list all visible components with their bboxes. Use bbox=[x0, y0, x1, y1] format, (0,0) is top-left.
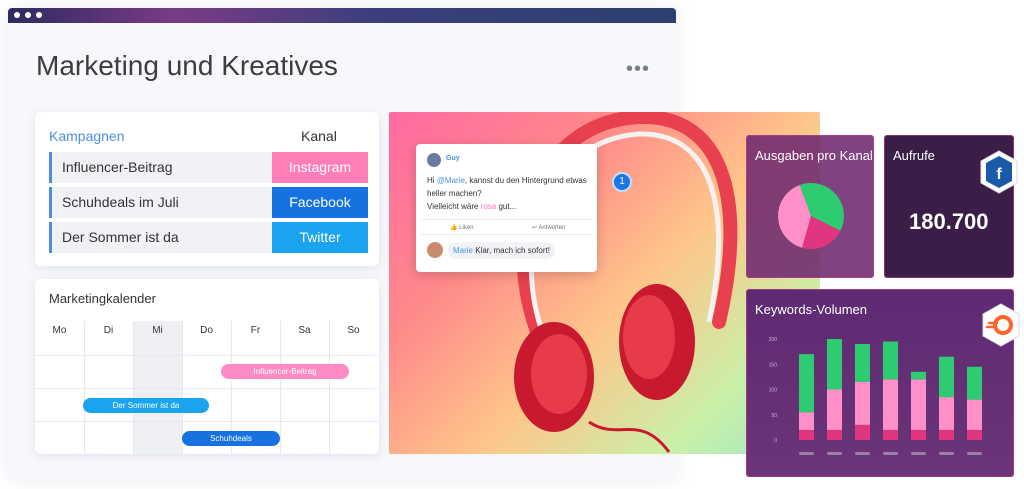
channel-status[interactable]: Facebook bbox=[272, 187, 368, 218]
mention-link[interactable]: @Marie bbox=[437, 176, 465, 185]
comment-text-part: Hi bbox=[427, 176, 437, 185]
bar-segment bbox=[883, 379, 898, 430]
thumbs-up-icon: 👍 bbox=[450, 225, 458, 231]
bar-segment bbox=[967, 366, 982, 400]
bar-segment bbox=[855, 424, 870, 440]
bar-segment bbox=[939, 429, 954, 440]
keywords-volume-widget: Keywords-Volumen 0 50 100 150 200 bbox=[746, 289, 1014, 477]
y-tick-label: 100 bbox=[769, 388, 778, 394]
day-label: Fr bbox=[250, 325, 261, 336]
channel-status[interactable]: Instagram bbox=[272, 152, 368, 183]
bar-segment bbox=[799, 412, 814, 430]
window-title-bar bbox=[8, 8, 676, 23]
marketing-calendar: Marketingkalender Mo Di Mi Do Fr Sa So I… bbox=[35, 279, 379, 454]
bar-segment bbox=[855, 344, 870, 382]
window-dot-icon[interactable] bbox=[14, 12, 20, 18]
comment-text-part: gut... bbox=[496, 202, 517, 211]
stacked-bar-chart: 0 50 100 150 200 bbox=[769, 337, 982, 455]
day-label: So bbox=[347, 325, 360, 336]
day-label: Mi bbox=[152, 325, 163, 336]
comment-author[interactable]: Guy bbox=[446, 155, 460, 162]
table-row[interactable]: Influencer-Beitrag Instagram bbox=[49, 152, 368, 183]
calendar-divider bbox=[35, 388, 379, 389]
campaign-name: Schuhdeals im Juli bbox=[62, 194, 179, 210]
calendar-title: Marketingkalender bbox=[49, 291, 156, 306]
campaign-table: Kampagnen Kanal Influencer-Beitrag Insta… bbox=[35, 112, 379, 266]
x-tick-label-placeholder bbox=[827, 452, 842, 455]
campaign-name: Der Sommer ist da bbox=[62, 229, 179, 245]
x-tick-label-placeholder bbox=[911, 452, 926, 455]
day-label: Mo bbox=[52, 325, 67, 336]
facebook-icon: f bbox=[980, 150, 1018, 194]
table-row[interactable]: Schuhdeals im Juli Facebook bbox=[49, 187, 368, 218]
day-label: Do bbox=[200, 325, 213, 336]
svg-text:f: f bbox=[996, 166, 1002, 183]
x-tick-label-placeholder bbox=[799, 452, 814, 455]
bar-segment bbox=[855, 381, 870, 425]
board-title: Marketing und Kreatives bbox=[36, 50, 338, 81]
day-label: Sa bbox=[298, 325, 311, 336]
widget-title: Aufrufe bbox=[893, 148, 935, 163]
calendar-event[interactable]: Der Sommer ist da bbox=[83, 398, 209, 413]
reply-text: Klar, mach ich sofort! bbox=[473, 246, 550, 255]
calendar-event[interactable]: Influencer-Beitrag bbox=[221, 364, 349, 379]
bar-segment bbox=[827, 339, 842, 390]
reply-button[interactable]: ↩ Antworten bbox=[532, 224, 565, 231]
channel-status[interactable]: Twitter bbox=[272, 222, 368, 253]
highlight-text: rosa bbox=[480, 202, 497, 211]
like-label: Liken bbox=[459, 225, 474, 231]
calendar-grid: Mo Di Mi Do Fr Sa So Influencer-Beitrag … bbox=[35, 321, 379, 454]
views-value: 180.700 bbox=[909, 209, 989, 234]
bar-segment bbox=[827, 389, 842, 430]
bar-segment bbox=[911, 429, 926, 440]
comment-card: Guy Hi @Marie, kannst du den Hintergrund… bbox=[416, 144, 597, 272]
like-button[interactable]: 👍 Liken bbox=[450, 224, 474, 231]
reply-icon: ↩ bbox=[532, 225, 538, 231]
pie-chart bbox=[778, 183, 844, 249]
semrush-icon bbox=[982, 303, 1020, 347]
bar-segment bbox=[799, 354, 814, 413]
bar-segment bbox=[799, 429, 814, 440]
window-dot-icon[interactable] bbox=[36, 12, 42, 18]
comment-text: Hi @Marie, kannst du den Hintergrund etw… bbox=[427, 174, 592, 213]
notification-badge[interactable]: 1 bbox=[612, 172, 632, 192]
table-row[interactable]: Der Sommer ist da Twitter bbox=[49, 222, 368, 253]
avatar bbox=[427, 153, 441, 167]
calendar-event[interactable]: Schuhdeals bbox=[182, 431, 280, 446]
y-tick-label: 50 bbox=[771, 413, 777, 419]
campaign-name: Influencer-Beitrag bbox=[62, 159, 173, 175]
bar-segment bbox=[827, 429, 842, 440]
y-tick-label: 150 bbox=[769, 362, 778, 368]
reply-label: Antworten bbox=[538, 225, 566, 231]
bar-segment bbox=[939, 356, 954, 398]
day-label: Di bbox=[103, 325, 114, 336]
reply-bubble: Marie Klar, mach ich sofort! bbox=[448, 242, 555, 259]
reply-author[interactable]: Marie bbox=[453, 246, 473, 255]
comment-text-part: Vielleicht wäre bbox=[427, 202, 481, 211]
bar-segment bbox=[939, 397, 954, 430]
more-dots-icon[interactable]: ••• bbox=[626, 58, 650, 81]
x-tick-label-placeholder bbox=[967, 452, 982, 455]
bar-segment bbox=[883, 341, 898, 380]
calendar-divider bbox=[35, 355, 379, 356]
x-tick-label-placeholder bbox=[883, 452, 898, 455]
divider bbox=[421, 219, 592, 220]
x-tick-label-placeholder bbox=[939, 452, 954, 455]
bar-segment bbox=[883, 429, 898, 440]
bar-segment bbox=[911, 371, 926, 380]
window-controls bbox=[14, 12, 42, 18]
window-dot-icon[interactable] bbox=[25, 12, 31, 18]
x-tick-label-placeholder bbox=[855, 452, 870, 455]
channel-column-header[interactable]: Kanal bbox=[301, 128, 337, 144]
y-tick-label: 0 bbox=[774, 438, 777, 444]
bar-segment bbox=[967, 429, 982, 440]
divider bbox=[421, 234, 592, 235]
calendar-divider bbox=[35, 421, 379, 422]
bar-segment bbox=[911, 379, 926, 430]
campaign-column-header[interactable]: Kampagnen bbox=[49, 128, 125, 144]
avatar bbox=[427, 242, 443, 258]
spend-per-channel-widget: Ausgaben pro Kanal bbox=[746, 135, 874, 278]
bar-segment bbox=[967, 399, 982, 430]
y-tick-label: 200 bbox=[769, 337, 778, 343]
